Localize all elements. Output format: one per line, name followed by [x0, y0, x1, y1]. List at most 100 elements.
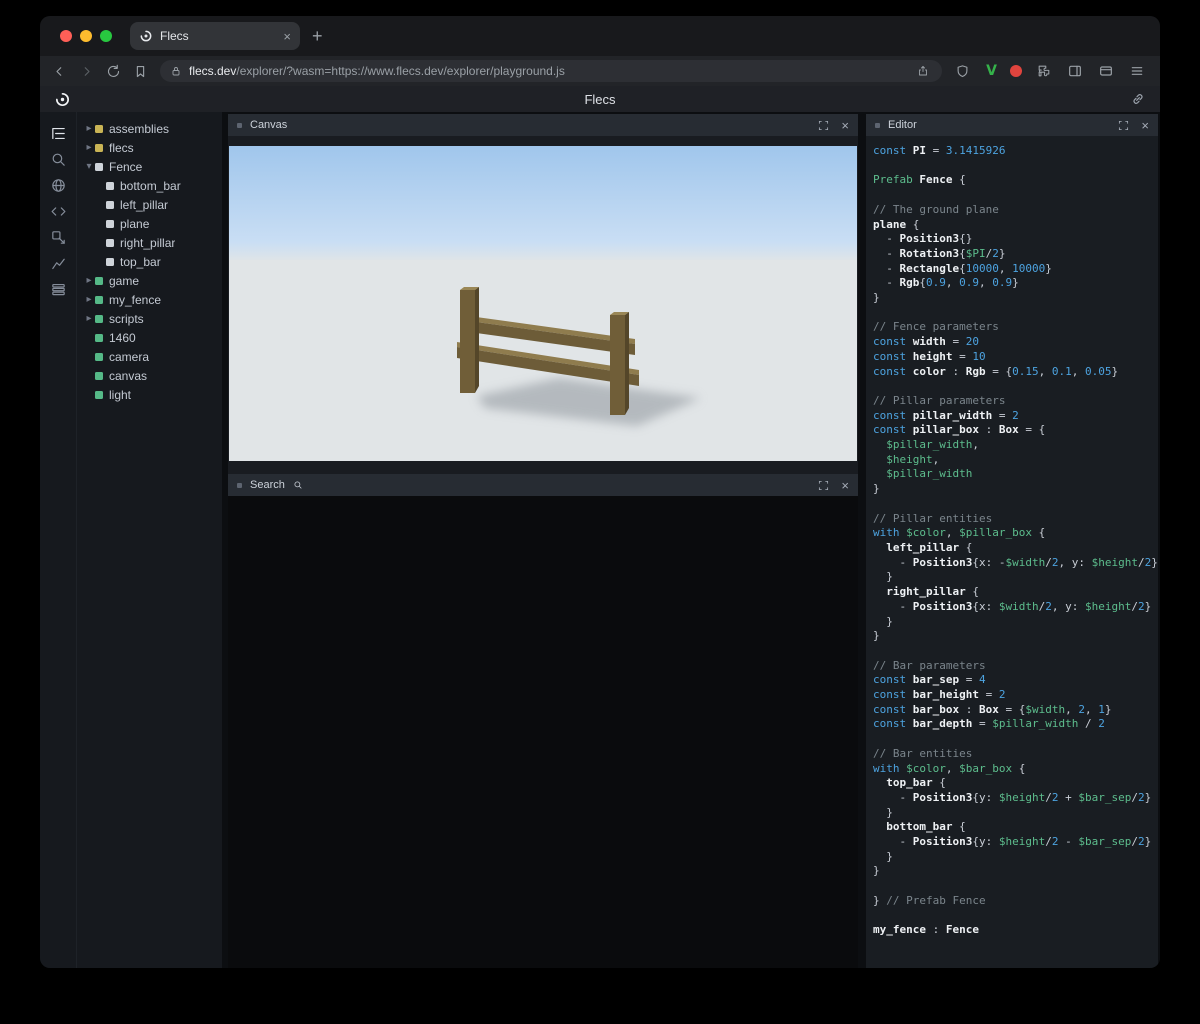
new-tab-button[interactable]: +	[312, 27, 323, 45]
tree-item-game[interactable]: ▸game	[77, 271, 222, 290]
code-line[interactable]: with $color, $bar_box {	[873, 762, 1158, 777]
code-line[interactable]	[873, 644, 1158, 659]
back-button[interactable]	[50, 62, 68, 80]
code-line[interactable]: // Bar entities	[873, 747, 1158, 762]
code-line[interactable]: const color : Rgb = {0.15, 0.1, 0.05}	[873, 365, 1158, 380]
code-line[interactable]: - Position3{}	[873, 232, 1158, 247]
tree-item-scripts[interactable]: ▸scripts	[77, 309, 222, 328]
menu-icon[interactable]	[1128, 62, 1146, 80]
code-line[interactable]	[873, 732, 1158, 747]
chevron-right-icon[interactable]: ▸	[83, 142, 95, 153]
code-line[interactable]: const pillar_width = 2	[873, 409, 1158, 424]
code-line[interactable]: const bar_depth = $pillar_width / 2	[873, 717, 1158, 732]
code-line[interactable]: top_bar {	[873, 776, 1158, 791]
code-line[interactable]	[873, 379, 1158, 394]
tree-item-right_pillar[interactable]: right_pillar	[77, 233, 222, 252]
url-bar[interactable]: flecs.dev/explorer/?wasm=https://www.fle…	[160, 60, 942, 82]
tree-item-assemblies[interactable]: ▸assemblies	[77, 119, 222, 138]
window-zoom-button[interactable]	[100, 30, 112, 42]
3d-scene-viewport[interactable]	[229, 146, 857, 461]
code-line[interactable]: }	[873, 864, 1158, 879]
code-line[interactable]: }	[873, 850, 1158, 865]
code-line[interactable]: bottom_bar {	[873, 820, 1158, 835]
v-extension-icon[interactable]: V	[986, 63, 997, 79]
code-line[interactable]: // Pillar parameters	[873, 394, 1158, 409]
window-close-button[interactable]	[60, 30, 72, 42]
code-line[interactable]: }	[873, 629, 1158, 644]
chevron-right-icon[interactable]: ▸	[83, 294, 95, 305]
code-line[interactable]: // Pillar entities	[873, 512, 1158, 527]
tree-item-flecs[interactable]: ▸flecs	[77, 138, 222, 157]
search-results-area[interactable]	[228, 496, 858, 968]
code-line[interactable]: }	[873, 615, 1158, 630]
wallet-icon[interactable]	[1097, 62, 1115, 80]
inspector-icon[interactable]	[46, 225, 70, 249]
code-line[interactable]: - Position3{y: $height/2 - $bar_sep/2}	[873, 835, 1158, 850]
code-line[interactable]	[873, 497, 1158, 512]
share-link-icon[interactable]	[1130, 91, 1146, 107]
record-extension-icon[interactable]	[1010, 65, 1022, 77]
chevron-down-icon[interactable]: ▾	[83, 161, 95, 172]
forward-button[interactable]	[77, 62, 95, 80]
code-line[interactable]: left_pillar {	[873, 541, 1158, 556]
expand-panel-icon[interactable]	[1118, 120, 1129, 131]
tree-item-1460[interactable]: 1460	[77, 328, 222, 347]
code-line[interactable]: right_pillar {	[873, 585, 1158, 600]
close-panel-icon[interactable]: ×	[1141, 119, 1149, 132]
code-line[interactable]: const PI = 3.1415926	[873, 144, 1158, 159]
shield-icon[interactable]	[953, 62, 971, 80]
window-minimize-button[interactable]	[80, 30, 92, 42]
entity-tree-icon[interactable]	[46, 121, 70, 145]
code-line[interactable]: const pillar_box : Box = {	[873, 423, 1158, 438]
code-line[interactable]: }	[873, 806, 1158, 821]
bookmark-icon[interactable]	[131, 62, 149, 80]
code-line[interactable]: - Rectangle{10000, 10000}	[873, 262, 1158, 277]
close-panel-icon[interactable]: ×	[841, 479, 849, 492]
code-line[interactable]: plane {	[873, 218, 1158, 233]
code-line[interactable]: // The ground plane	[873, 203, 1158, 218]
code-line[interactable]: }	[873, 482, 1158, 497]
tree-item-my_fence[interactable]: ▸my_fence	[77, 290, 222, 309]
code-line[interactable]: - Position3{x: -$width/2, y: $height/2}	[873, 556, 1158, 571]
tree-item-bottom_bar[interactable]: bottom_bar	[77, 176, 222, 195]
tree-item-plane[interactable]: plane	[77, 214, 222, 233]
expand-panel-icon[interactable]	[818, 480, 829, 491]
chevron-right-icon[interactable]: ▸	[83, 123, 95, 134]
chevron-right-icon[interactable]: ▸	[83, 275, 95, 286]
stats-icon[interactable]	[46, 251, 70, 275]
code-line[interactable]: }	[873, 570, 1158, 585]
chevron-right-icon[interactable]: ▸	[83, 313, 95, 324]
extensions-puzzle-icon[interactable]	[1035, 62, 1053, 80]
code-line[interactable]: }	[873, 291, 1158, 306]
tree-item-light[interactable]: light	[77, 385, 222, 404]
code-line[interactable]: } // Prefab Fence	[873, 894, 1158, 909]
tree-item-camera[interactable]: camera	[77, 347, 222, 366]
code-line[interactable]	[873, 909, 1158, 924]
url-text[interactable]: flecs.dev/explorer/?wasm=https://www.fle…	[189, 64, 907, 78]
code-line[interactable]: - Position3{x: $width/2, y: $height/2}	[873, 600, 1158, 615]
code-line[interactable]: const bar_height = 2	[873, 688, 1158, 703]
code-line[interactable]: my_fence : Fence	[873, 923, 1158, 938]
code-line[interactable]: const width = 20	[873, 335, 1158, 350]
tree-item-top_bar[interactable]: top_bar	[77, 252, 222, 271]
tab-close-icon[interactable]: ×	[283, 30, 291, 43]
code-line[interactable]: const height = 10	[873, 350, 1158, 365]
code-line[interactable]: with $color, $pillar_box {	[873, 526, 1158, 541]
globe-icon[interactable]	[46, 173, 70, 197]
code-line[interactable]: Prefab Fence {	[873, 173, 1158, 188]
code-line[interactable]	[873, 879, 1158, 894]
rows-icon[interactable]	[46, 277, 70, 301]
tree-item-left_pillar[interactable]: left_pillar	[77, 195, 222, 214]
code-line[interactable]: const bar_box : Box = {$width, 2, 1}	[873, 703, 1158, 718]
code-line[interactable]: - Rotation3{$PI/2}	[873, 247, 1158, 262]
search-icon[interactable]	[46, 147, 70, 171]
expand-panel-icon[interactable]	[818, 120, 829, 131]
editor-code[interactable]: const PI = 3.1415926 Prefab Fence { // T…	[866, 136, 1158, 968]
reload-button[interactable]	[104, 62, 122, 80]
code-icon[interactable]	[46, 199, 70, 223]
code-line[interactable]: $pillar_width,	[873, 438, 1158, 453]
code-line[interactable]: // Fence parameters	[873, 320, 1158, 335]
tree-item-canvas[interactable]: canvas	[77, 366, 222, 385]
tree-item-Fence[interactable]: ▾Fence	[77, 157, 222, 176]
code-line[interactable]: - Position3{y: $height/2 + $bar_sep/2}	[873, 791, 1158, 806]
